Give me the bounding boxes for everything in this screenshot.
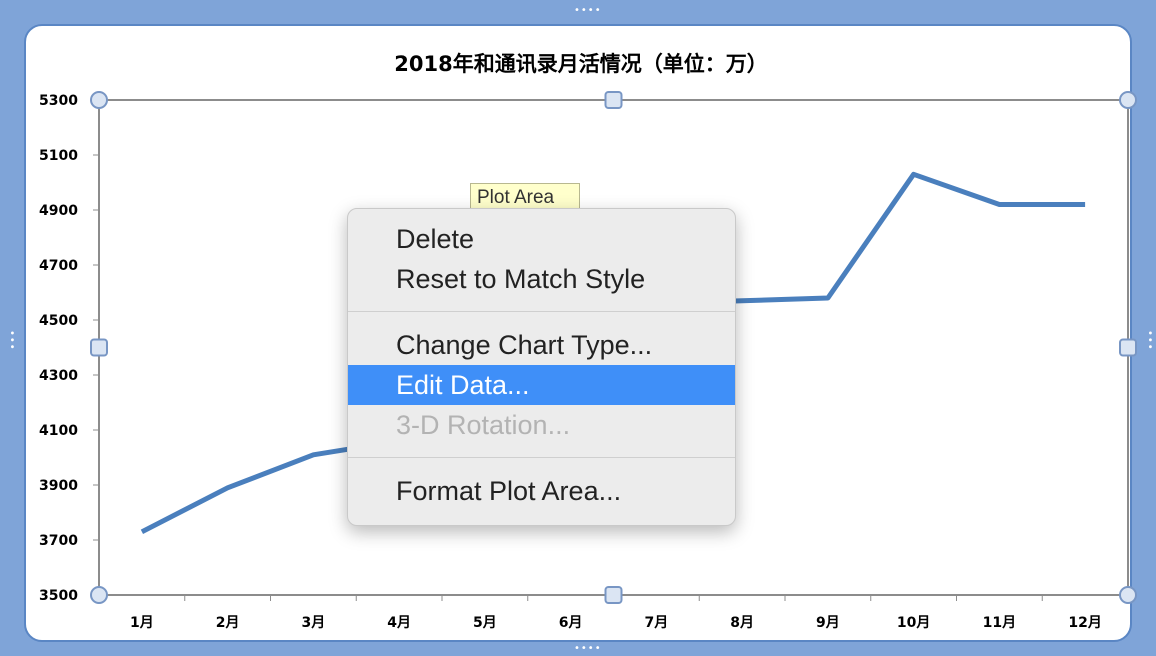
menu-item-3d-rotation: 3-D Rotation... [396, 410, 571, 440]
menu-item-change-chart-type[interactable]: Change Chart Type... [348, 325, 735, 365]
y-tick-label: 4500 [39, 313, 78, 329]
edge-resize-handle[interactable] [90, 338, 108, 357]
corner-resize-handle[interactable] [1119, 586, 1137, 604]
menu-separator [348, 311, 735, 312]
x-tick-label: 9月 [816, 615, 840, 631]
y-tick-label: 3500 [39, 588, 78, 604]
context-menu: Delete Reset to Match Style Change Chart… [347, 208, 736, 526]
x-tick-label: 5月 [473, 615, 497, 631]
x-tick-label: 1月 [130, 615, 154, 631]
y-tick-label: 3900 [39, 478, 78, 494]
edge-resize-handle[interactable] [1119, 338, 1137, 357]
x-tick-label: 6月 [559, 615, 583, 631]
menu-item-edit-data[interactable]: Edit Data... [348, 365, 735, 405]
edge-resize-handle[interactable] [604, 91, 623, 109]
menu-item-format-plot-area[interactable]: Format Plot Area... [348, 471, 735, 511]
menu-item-reset-to-match-style[interactable]: Reset to Match Style [348, 259, 735, 299]
y-tick-label: 5300 [39, 93, 78, 109]
menu-separator [348, 457, 735, 458]
corner-resize-handle[interactable] [90, 586, 108, 604]
corner-resize-handle[interactable] [90, 91, 108, 109]
x-tick-label: 4月 [387, 615, 411, 631]
y-tick-label: 5100 [39, 148, 78, 164]
y-tick-label: 4700 [39, 258, 78, 274]
y-tick-label: 4100 [39, 423, 78, 439]
corner-resize-handle[interactable] [1119, 91, 1137, 109]
x-tick-label: 10月 [897, 615, 930, 631]
x-tick-label: 7月 [645, 615, 669, 631]
x-tick-label: 3月 [302, 615, 326, 631]
y-tick-label: 3700 [39, 533, 78, 549]
x-tick-label: 2月 [216, 615, 240, 631]
chart-title: 2018年和通讯录月活情况（单位：万） [394, 52, 767, 76]
y-tick-label: 4900 [39, 203, 78, 219]
y-tick-label: 4300 [39, 368, 78, 384]
edge-resize-handle[interactable] [604, 586, 623, 604]
x-tick-label: 8月 [730, 615, 754, 631]
x-tick-label: 11月 [983, 615, 1016, 631]
x-tick-label: 12月 [1068, 615, 1101, 631]
menu-item-delete[interactable]: Delete [348, 219, 735, 259]
